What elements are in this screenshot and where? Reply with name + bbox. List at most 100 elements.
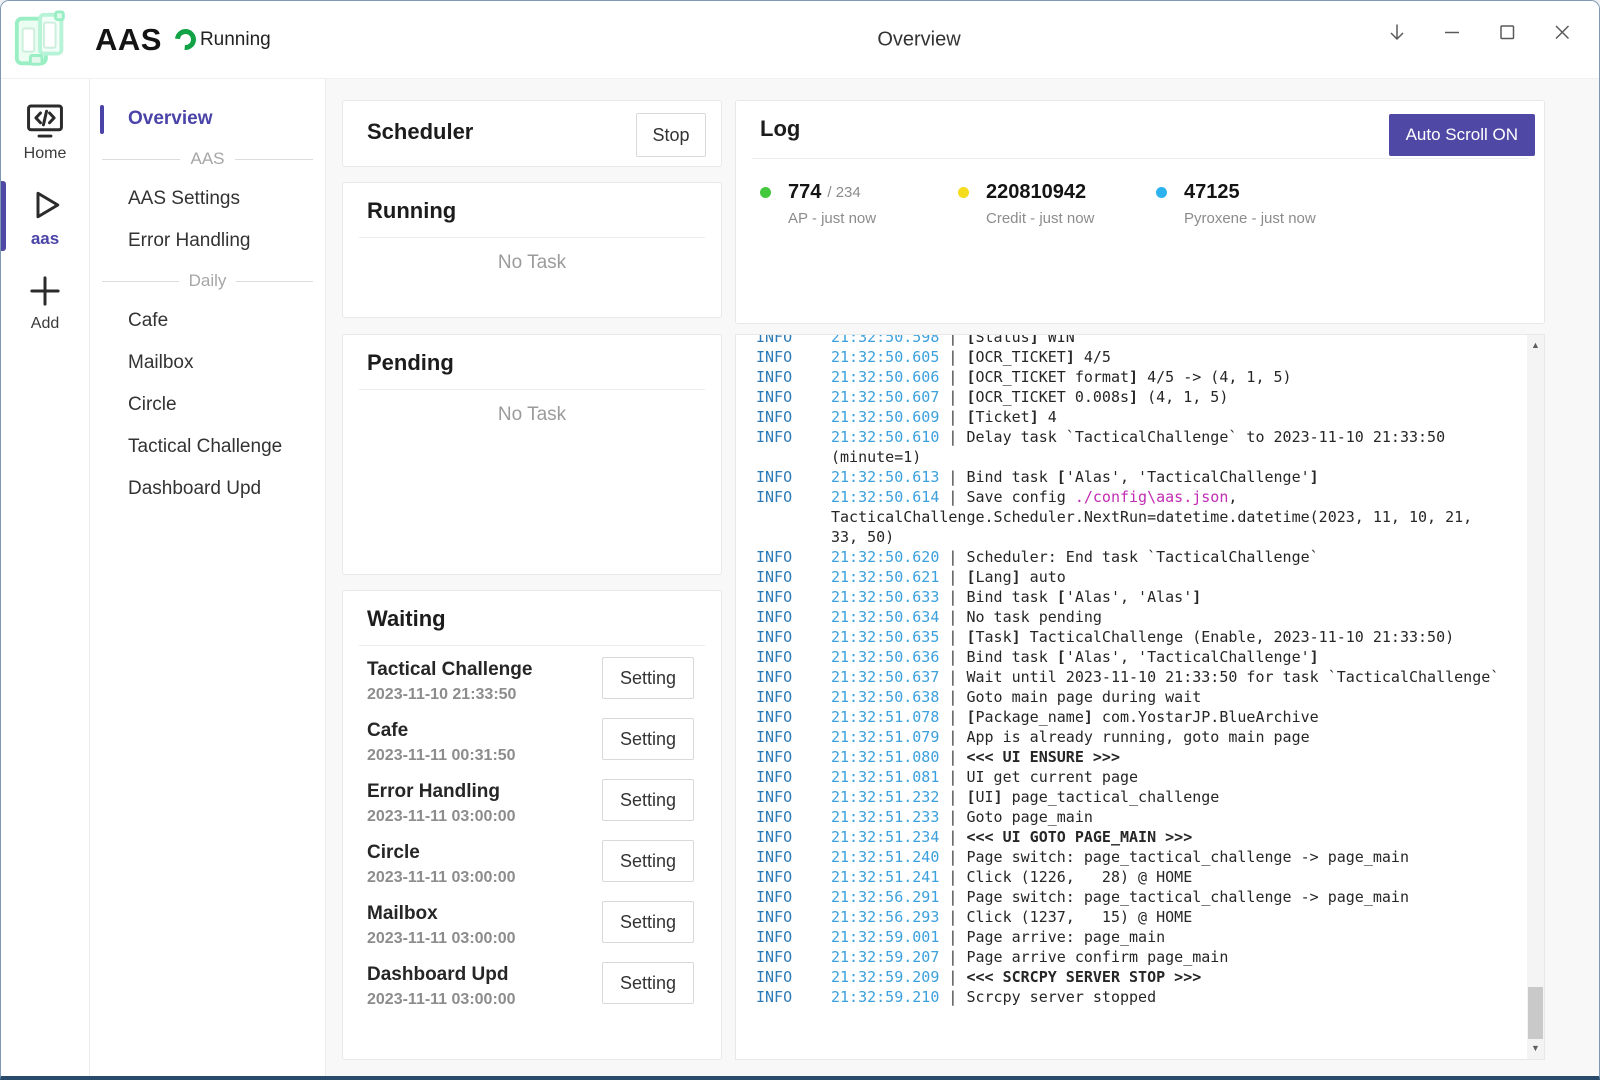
pending-card: Pending No Task	[342, 334, 722, 575]
task-setting-button[interactable]: Setting	[602, 962, 694, 1004]
log-separator: |	[939, 988, 966, 1006]
log-separator: |	[939, 568, 966, 586]
log-message: No task pending	[966, 608, 1101, 626]
nav-item-cafe[interactable]: Cafe	[90, 300, 325, 342]
log-level: INFO	[756, 927, 792, 947]
log-time: 21:32:50.606	[831, 368, 939, 386]
log-level: INFO	[756, 767, 792, 787]
task-setting-button[interactable]: Setting	[602, 779, 694, 821]
waiting-task-list: Tactical Challenge 2023-11-10 21:33:50 Set…	[343, 653, 721, 1019]
stat-suffix: / 234	[827, 184, 860, 201]
app-window: AAS Running Overview HomeaasAdd Overview…	[0, 0, 1600, 1080]
nav-item-mailbox[interactable]: Mailbox	[90, 342, 325, 384]
log-time: 21:32:50.636	[831, 648, 939, 666]
log-separator: |	[939, 928, 966, 946]
log-time: 21:32:50.635	[831, 628, 939, 646]
log-time: 21:32:59.210	[831, 988, 939, 1006]
pending-empty-text: No Task	[343, 404, 721, 426]
log-separator: |	[939, 908, 966, 926]
log-line: INFO21:32:50.636 | Bind task ['Alas', 'T…	[736, 647, 1530, 667]
task-name: Tactical Challenge	[367, 659, 532, 681]
task-setting-button[interactable]: Setting	[602, 657, 694, 699]
nav-item-circle[interactable]: Circle	[90, 384, 325, 426]
log-level: INFO	[756, 367, 792, 387]
divider-line	[235, 159, 313, 160]
log-line: INFO21:32:51.080 | <<< UI ENSURE >>>	[736, 747, 1530, 767]
log-line: INFO21:32:50.606 | [OCR_TICKET format] 4…	[736, 367, 1530, 387]
log-line: INFO21:32:51.241 | Click (1226, 28) @ HO…	[736, 867, 1530, 887]
log-separator: |	[939, 788, 966, 806]
task-setting-button[interactable]: Setting	[602, 901, 694, 943]
nav-item-aas-settings[interactable]: AAS Settings	[90, 178, 325, 220]
log-output[interactable]: INFO21:32:50.598 | [Status] WININFO21:32…	[735, 334, 1545, 1060]
task-next-run: 2023-11-11 00:31:50	[367, 747, 516, 765]
rail-item-home[interactable]: Home	[1, 95, 89, 167]
log-level: INFO	[756, 887, 792, 907]
rail-item-add[interactable]: Add	[1, 265, 89, 337]
task-setting-button[interactable]: Setting	[602, 840, 694, 882]
divider	[359, 389, 705, 390]
task-next-run: 2023-11-11 03:00:00	[367, 869, 516, 887]
log-message: App is already running, goto main page	[966, 728, 1309, 746]
log-line: INFO21:32:59.210 | Scrcpy server stopped	[736, 987, 1530, 1007]
scrollbar-thumb[interactable]	[1528, 987, 1543, 1039]
log-message: <<< UI ENSURE >>>	[966, 748, 1120, 766]
nav-item-overview[interactable]: Overview	[90, 98, 325, 140]
task-next-run: 2023-11-10 21:33:50	[367, 686, 516, 704]
task-setting-button[interactable]: Setting	[602, 718, 694, 760]
log-level: INFO	[756, 787, 792, 807]
log-level: INFO	[756, 347, 792, 367]
stat-label: AP - just now	[788, 210, 958, 227]
active-indicator	[1, 181, 6, 251]
update-button[interactable]	[1374, 10, 1420, 56]
log-message: Bind task ['Alas', 'TacticalChallenge']	[966, 648, 1318, 666]
log-message: <<< SCRCPY SERVER STOP >>>	[966, 968, 1201, 986]
log-message: Goto page_main	[966, 808, 1092, 826]
log-line: INFO21:32:50.621 | [Lang] auto	[736, 567, 1530, 587]
rail-item-aas[interactable]: aas	[1, 179, 89, 253]
log-level: INFO	[756, 607, 792, 627]
log-separator: |	[939, 608, 966, 626]
log-separator: |	[939, 808, 966, 826]
task-next-run: 2023-11-11 03:00:00	[367, 930, 516, 948]
nav-group-divider: Daily	[90, 262, 325, 300]
maximize-button[interactable]	[1484, 10, 1530, 56]
stat-dot-icon	[958, 187, 969, 198]
log-time: 21:32:50.638	[831, 688, 939, 706]
log-line: INFO21:32:50.610 | Delay task `TacticalC…	[736, 427, 1530, 467]
log-scrollbar[interactable]: ▲ ▼	[1527, 335, 1544, 1059]
log-separator: |	[939, 588, 966, 606]
log-level: INFO	[756, 687, 792, 707]
scrollbar-up-arrow[interactable]: ▲	[1527, 337, 1544, 354]
task-next-run: 2023-11-11 03:00:00	[367, 991, 516, 1009]
log-level: INFO	[756, 847, 792, 867]
nav-item-dashboard-upd[interactable]: Dashboard Upd	[90, 468, 325, 510]
log-panel: Log Auto Scroll ON 774/ 234AP - just now…	[735, 100, 1545, 324]
nav-item-label: Circle	[128, 394, 177, 416]
minimize-button[interactable]	[1429, 10, 1475, 56]
log-level: INFO	[756, 567, 792, 587]
log-time: 21:32:50.634	[831, 608, 939, 626]
log-line: INFO21:32:50.637 | Wait until 2023-11-10…	[736, 667, 1530, 687]
close-button[interactable]	[1539, 10, 1585, 56]
divider-line	[102, 159, 180, 160]
log-level: INFO	[756, 707, 792, 727]
log-separator: |	[939, 388, 966, 406]
nav-item-error-handling[interactable]: Error Handling	[90, 220, 325, 262]
log-line: INFO21:32:50.614 | Save config ./config\…	[736, 487, 1530, 547]
stat-label: Pyroxene - just now	[1184, 210, 1354, 227]
dashboard-stats: 774/ 234AP - just now220810942Credit - j…	[760, 181, 1354, 227]
log-time: 21:32:50.605	[831, 348, 939, 366]
log-separator: |	[939, 348, 966, 366]
scrollbar-down-arrow[interactable]: ▼	[1527, 1040, 1544, 1057]
log-separator: |	[939, 828, 966, 846]
log-time: 21:32:51.234	[831, 828, 939, 846]
log-level: INFO	[756, 747, 792, 767]
stop-button[interactable]: Stop	[636, 113, 706, 157]
log-message: [Lang] auto	[966, 568, 1065, 586]
auto-scroll-button[interactable]: Auto Scroll ON	[1389, 114, 1535, 156]
rail-item-label: Add	[31, 315, 59, 333]
nav-item-label: Error Handling	[128, 230, 251, 252]
stat-value-row: 220810942	[958, 181, 1156, 204]
nav-item-tactical-challenge[interactable]: Tactical Challenge	[90, 426, 325, 468]
